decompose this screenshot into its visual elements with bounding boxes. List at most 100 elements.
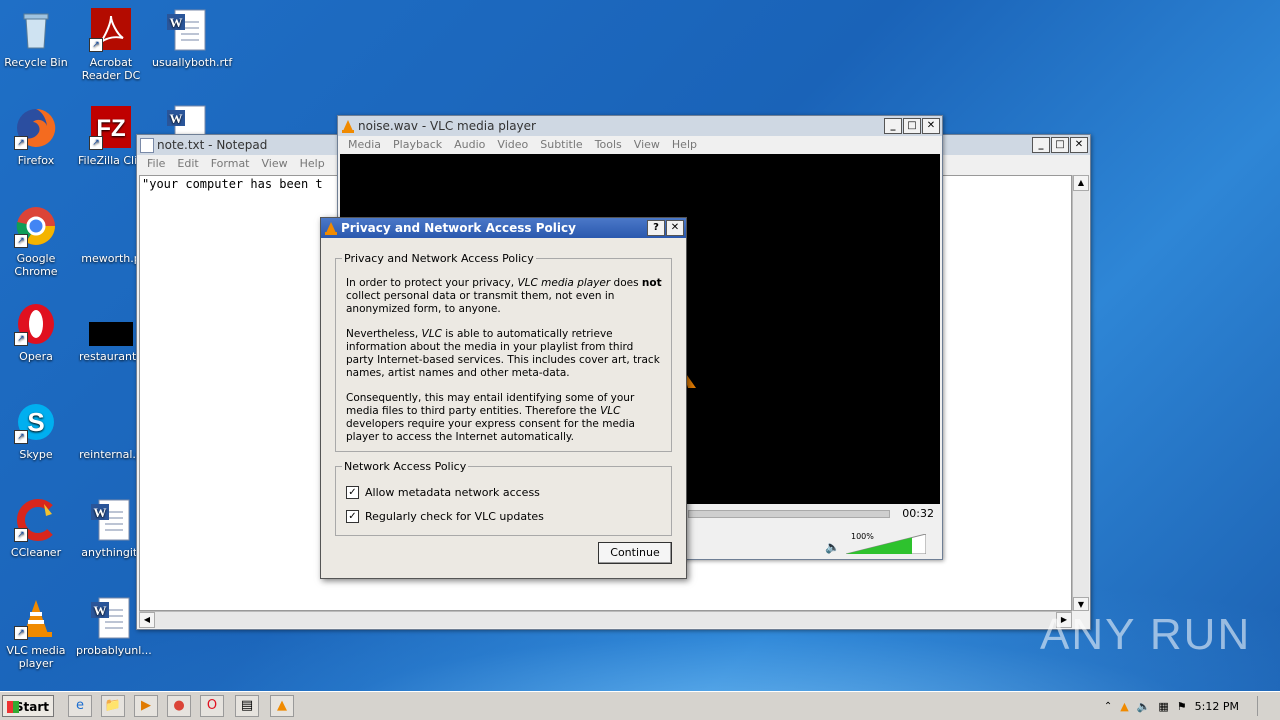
checkbox-box[interactable]: ✓ <box>346 486 359 499</box>
desktop-icon-label: Google Chrome <box>14 252 58 278</box>
desktop-icon-label: Recycle Bin <box>4 56 68 69</box>
desktop-icon-label: Skype <box>19 448 53 461</box>
desktop-icon-label: CCleaner <box>10 546 62 559</box>
start-button[interactable]: Start <box>2 695 54 717</box>
word-document-icon: W <box>165 8 209 52</box>
network-group-legend: Network Access Policy <box>342 460 469 473</box>
vlc-titlebar[interactable]: noise.wav - VLC media player _ □ ✕ <box>338 116 942 136</box>
menu-edit[interactable]: Edit <box>171 155 204 173</box>
menu-help[interactable]: Help <box>666 136 703 154</box>
desktop-icon-ccleaner[interactable]: ↗ CCleaner <box>1 498 71 559</box>
tray-vlc-icon[interactable]: ▲ <box>1120 700 1128 713</box>
system-tray: ⌃ ▲ 🔈 ▦ ⚑ 5:12 PM <box>1104 694 1280 718</box>
desktop-icon-label: Firefox <box>17 154 55 167</box>
svg-text:W: W <box>94 505 107 520</box>
checkbox-label: Regularly check for VLC updates <box>365 510 544 523</box>
desktop-icon-skype[interactable]: S ↗ Skype <box>1 400 71 461</box>
volume-slider[interactable] <box>845 533 927 555</box>
maximize-button[interactable]: □ <box>1051 137 1069 153</box>
close-button[interactable]: ✕ <box>1070 137 1088 153</box>
windows-logo-icon <box>7 701 19 713</box>
taskbar: Start e 📁 ▶ ● O ▤ ▲ ⌃ ▲ 🔈 ▦ ⚑ 5:12 PM <box>0 691 1280 720</box>
desktop-icon-vlc[interactable]: ↗ VLC media player <box>1 596 71 670</box>
minimize-button[interactable]: _ <box>1032 137 1050 153</box>
taskbar-media-player-icon[interactable]: ▶ <box>134 695 158 717</box>
desktop-icon-label: meworth.p <box>81 252 141 265</box>
desktop-icon-label: VLC media player <box>6 644 66 670</box>
desktop-icon-label: Acrobat Reader DC <box>81 56 141 82</box>
taskbar-clock[interactable]: 5:12 PM <box>1195 700 1239 713</box>
horizontal-scrollbar[interactable]: ◀ ▶ <box>139 611 1072 628</box>
checkbox-box[interactable]: ✓ <box>346 510 359 523</box>
desktop-icon-opera[interactable]: ↗ Opera <box>1 302 71 363</box>
svg-text:W: W <box>94 603 107 618</box>
taskbar-vlc-icon[interactable]: ▲ <box>270 695 294 717</box>
desktop-icon-acrobat[interactable]: ↗ Acrobat Reader DC <box>76 8 146 82</box>
menu-format[interactable]: Format <box>205 155 256 173</box>
desktop-icon-word-doc[interactable]: W <box>152 104 222 138</box>
desktop-icon-label: FileZilla Clie <box>78 154 144 167</box>
tray-network-icon[interactable]: ▦ <box>1158 700 1168 713</box>
close-button[interactable]: ✕ <box>666 220 684 236</box>
svg-text:W: W <box>170 15 183 30</box>
taskbar-notepad-icon[interactable]: ▤ <box>235 695 259 717</box>
taskbar-opera-icon[interactable]: O <box>200 695 224 717</box>
menu-file[interactable]: File <box>141 155 171 173</box>
minimize-button[interactable]: _ <box>884 118 902 134</box>
desktop-icon-label: reinternal.p <box>79 448 143 461</box>
vlc-title-icon <box>325 221 337 241</box>
close-button[interactable]: ✕ <box>922 118 940 134</box>
vlc-cone-icon: ↗ <box>14 596 58 640</box>
checkbox-label: Allow metadata network access <box>365 486 540 499</box>
dialog-titlebar[interactable]: Privacy and Network Access Policy ? ✕ <box>321 218 686 238</box>
privacy-paragraph-2: Nevertheless, VLC is able to automatical… <box>346 328 660 379</box>
speaker-icon[interactable]: 🔈 <box>825 540 840 554</box>
file-icon <box>89 400 133 444</box>
network-group: Network Access Policy ✓ Allow metadata n… <box>335 460 672 536</box>
menu-help[interactable]: Help <box>294 155 331 173</box>
metadata-access-checkbox[interactable]: ✓ Allow metadata network access <box>346 486 540 499</box>
word-document-icon: W <box>165 104 209 134</box>
continue-button[interactable]: Continue <box>598 542 672 564</box>
start-label: Start <box>14 700 49 714</box>
menu-view[interactable]: View <box>628 136 666 154</box>
menu-audio[interactable]: Audio <box>448 136 491 154</box>
desktop-icon-recycle-bin[interactable]: Recycle Bin <box>1 8 71 69</box>
svg-text:W: W <box>170 111 183 126</box>
privacy-group-legend: Privacy and Network Access Policy <box>342 252 536 265</box>
taskbar-chrome-icon[interactable]: ● <box>167 695 191 717</box>
tray-flag-icon[interactable]: ⚑ <box>1177 700 1187 713</box>
scroll-down-arrow[interactable]: ▼ <box>1073 597 1089 611</box>
tray-volume-icon[interactable]: 🔈 <box>1137 700 1151 713</box>
vertical-scrollbar[interactable]: ▲ ▼ <box>1072 175 1089 611</box>
privacy-text: In order to protect your privacy, VLC me… <box>336 259 671 444</box>
show-desktop-button[interactable] <box>1257 696 1272 716</box>
help-button[interactable]: ? <box>647 220 665 236</box>
acrobat-icon: ↗ <box>89 8 133 52</box>
vlc-seek-bar[interactable] <box>688 510 890 518</box>
taskbar-ie-icon[interactable]: e <box>68 695 92 717</box>
scroll-up-arrow[interactable]: ▲ <box>1073 175 1089 191</box>
tray-expand-icon[interactable]: ⌃ <box>1104 701 1112 712</box>
privacy-paragraph-1: In order to protect your privacy, VLC me… <box>346 277 662 315</box>
desktop-icon-label: anythingit. <box>81 546 141 559</box>
menu-tools[interactable]: Tools <box>589 136 628 154</box>
notepad-icon <box>140 138 154 153</box>
desktop-icon-firefox[interactable]: ↗ Firefox <box>1 106 71 167</box>
menu-view[interactable]: View <box>256 155 294 173</box>
update-check-checkbox[interactable]: ✓ Regularly check for VLC updates <box>346 510 544 523</box>
desktop-icon-label: probablyunl... <box>76 644 152 657</box>
menu-playback[interactable]: Playback <box>387 136 448 154</box>
opera-icon: ↗ <box>14 302 58 346</box>
firefox-icon: ↗ <box>14 106 58 150</box>
desktop-icon-chrome[interactable]: ↗ Google Chrome <box>1 204 71 278</box>
privacy-dialog[interactable]: Privacy and Network Access Policy ? ✕ Pr… <box>320 217 687 579</box>
scroll-left-arrow[interactable]: ◀ <box>139 612 155 628</box>
menu-video[interactable]: Video <box>491 136 534 154</box>
taskbar-explorer-icon[interactable]: 📁 <box>101 695 125 717</box>
menu-subtitle[interactable]: Subtitle <box>534 136 588 154</box>
vlc-title: noise.wav - VLC media player <box>358 119 536 133</box>
desktop-icon-usuallyboth[interactable]: W usuallyboth.rtf <box>152 8 232 69</box>
maximize-button[interactable]: □ <box>903 118 921 134</box>
desktop-icon-label: usuallyboth.rtf <box>152 56 233 69</box>
